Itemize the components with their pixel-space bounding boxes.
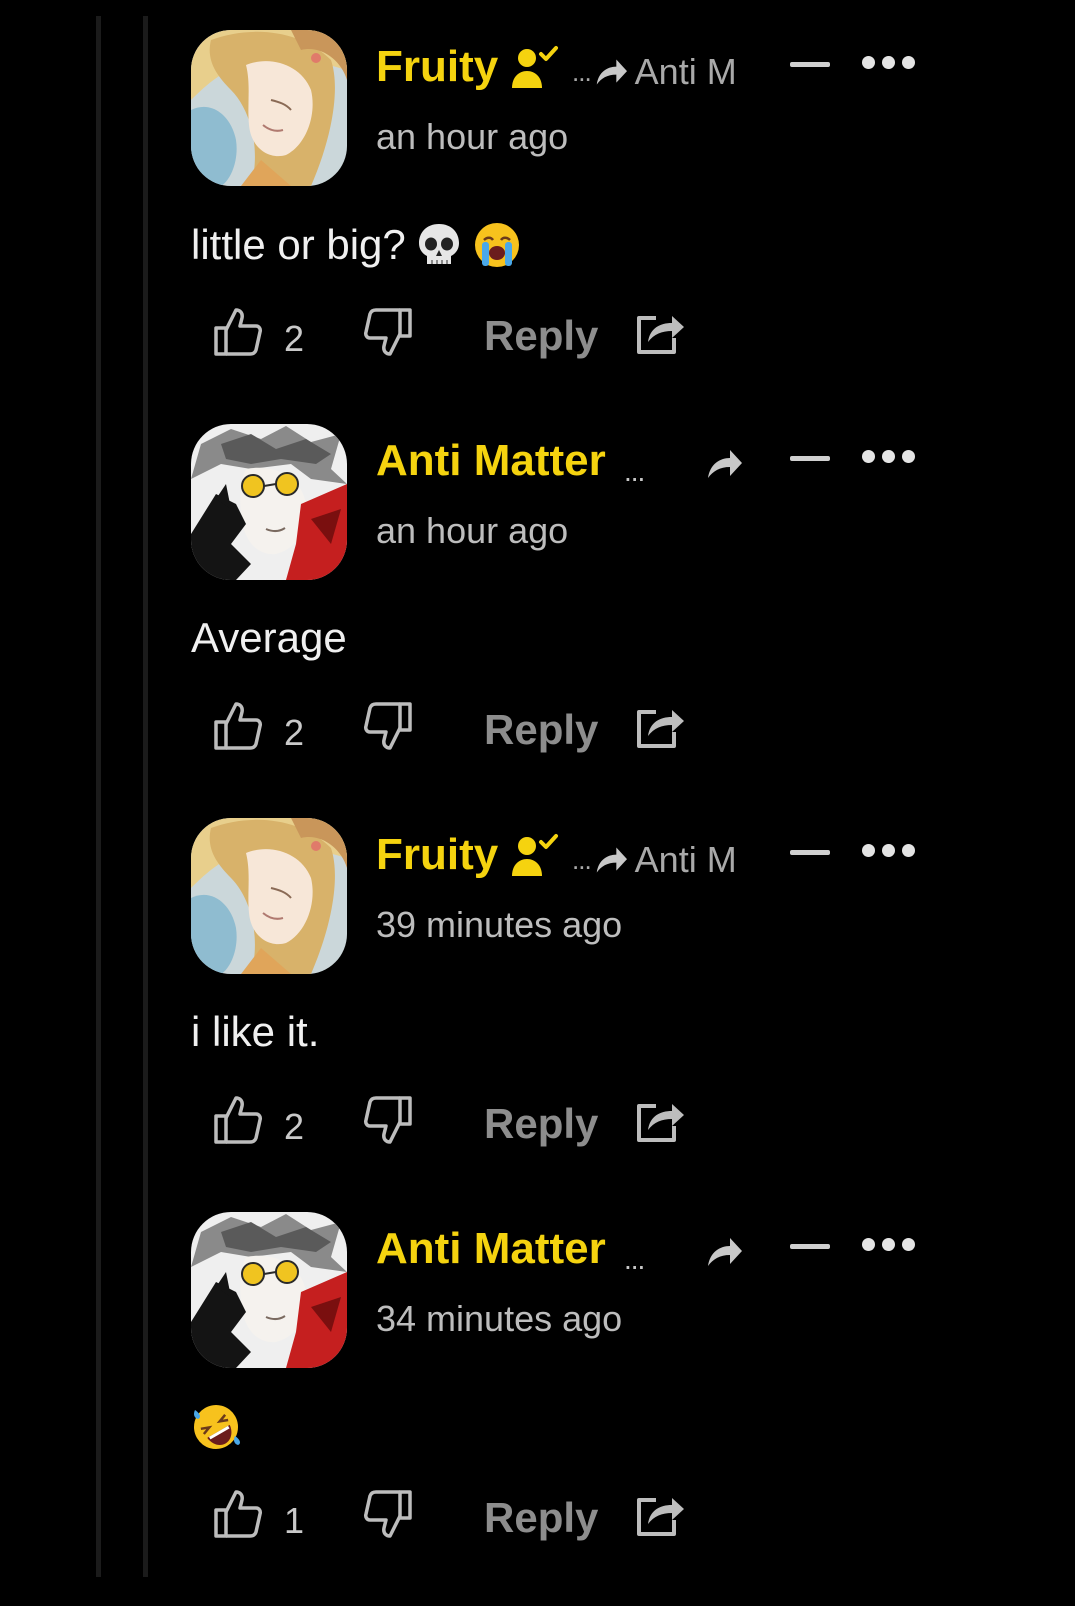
comment: Fruity ... Anti M 39 minutes ago i like … <box>0 818 1075 1212</box>
thumbs-down-icon[interactable] <box>362 306 414 358</box>
verified-user-icon <box>510 832 560 878</box>
reply-arrow-icon[interactable] <box>704 1234 744 1270</box>
reply-button[interactable]: Reply <box>484 706 598 754</box>
collapse-button[interactable] <box>790 850 830 855</box>
more-options-button[interactable] <box>862 56 915 69</box>
thumbs-down-icon[interactable] <box>362 1094 414 1146</box>
thumbs-up-icon[interactable] <box>212 1094 264 1146</box>
share-icon[interactable] <box>634 1096 686 1144</box>
collapse-button[interactable] <box>790 1244 830 1249</box>
timestamp: 34 minutes ago <box>376 1298 623 1339</box>
reply-arrow-icon <box>593 56 629 88</box>
like-count: 2 <box>284 318 305 359</box>
comment: Anti Matter ... an hour ago Average 2 Re… <box>0 424 1075 818</box>
comment: Fruity ... Anti M an hour ago little or … <box>0 30 1075 424</box>
timestamp: 39 minutes ago <box>376 904 623 945</box>
reply-to-prefix: ... <box>572 56 592 87</box>
like-count: 1 <box>284 1500 305 1541</box>
comment-actions: 2 Reply <box>0 306 1075 370</box>
reply-to[interactable]: ... Anti M <box>572 840 744 880</box>
thumbs-down-icon[interactable] <box>362 700 414 752</box>
username[interactable]: Fruity <box>376 830 498 880</box>
comment-text: little or big? <box>191 220 522 270</box>
more-options-button[interactable] <box>862 450 915 463</box>
more-options-button[interactable] <box>862 1238 915 1251</box>
timestamp: an hour ago <box>376 510 569 551</box>
share-icon[interactable] <box>634 308 686 356</box>
comment-text-content: i like it. <box>191 1008 320 1055</box>
username[interactable]: Anti Matter <box>376 436 606 486</box>
verified-user-icon <box>510 44 560 90</box>
reply-to-name: Anti M <box>634 52 737 92</box>
reply-to-name: Anti M <box>634 840 737 880</box>
reply-to[interactable]: ... Anti M <box>572 52 744 92</box>
comment: Anti Matter ... 34 minutes ago 1 Reply <box>0 1212 1075 1606</box>
comment-text-content: Average <box>191 614 347 661</box>
thumbs-up-icon[interactable] <box>212 306 264 358</box>
timestamp: an hour ago <box>376 116 569 157</box>
comment-text-content: little or big? <box>191 221 406 268</box>
avatar[interactable] <box>191 30 347 186</box>
share-icon[interactable] <box>634 702 686 750</box>
collapse-button[interactable] <box>790 62 830 67</box>
share-icon[interactable] <box>634 1490 686 1538</box>
thumbs-up-icon[interactable] <box>212 1488 264 1540</box>
username[interactable]: Fruity <box>376 42 498 92</box>
comment-actions: 1 Reply <box>0 1488 1075 1552</box>
reply-button[interactable]: Reply <box>484 312 598 360</box>
avatar[interactable] <box>191 424 347 580</box>
comment-actions: 2 Reply <box>0 1094 1075 1158</box>
like-count: 2 <box>284 1106 305 1147</box>
thumbs-down-icon[interactable] <box>362 1488 414 1540</box>
name-overflow: ... <box>624 1244 645 1275</box>
avatar[interactable] <box>191 818 347 974</box>
crying-face-emoji-icon <box>474 223 519 267</box>
like-count: 2 <box>284 712 305 753</box>
reply-arrow-icon <box>593 844 629 876</box>
avatar[interactable] <box>191 1212 347 1368</box>
rofl-emoji-icon <box>194 1405 240 1449</box>
comment-text <box>191 1402 241 1452</box>
comment-actions: 2 Reply <box>0 700 1075 764</box>
reply-button[interactable]: Reply <box>484 1100 598 1148</box>
skull-emoji-icon <box>418 224 459 264</box>
comment-text: i like it. <box>191 1008 319 1056</box>
name-overflow: ... <box>624 456 645 487</box>
collapse-button[interactable] <box>790 456 830 461</box>
username[interactable]: Anti Matter <box>376 1224 606 1274</box>
more-options-button[interactable] <box>862 844 915 857</box>
thumbs-up-icon[interactable] <box>212 700 264 752</box>
reply-to-prefix: ... <box>572 844 592 875</box>
comment-text: Average <box>191 614 347 662</box>
reply-button[interactable]: Reply <box>484 1494 598 1542</box>
reply-arrow-icon[interactable] <box>704 446 744 482</box>
